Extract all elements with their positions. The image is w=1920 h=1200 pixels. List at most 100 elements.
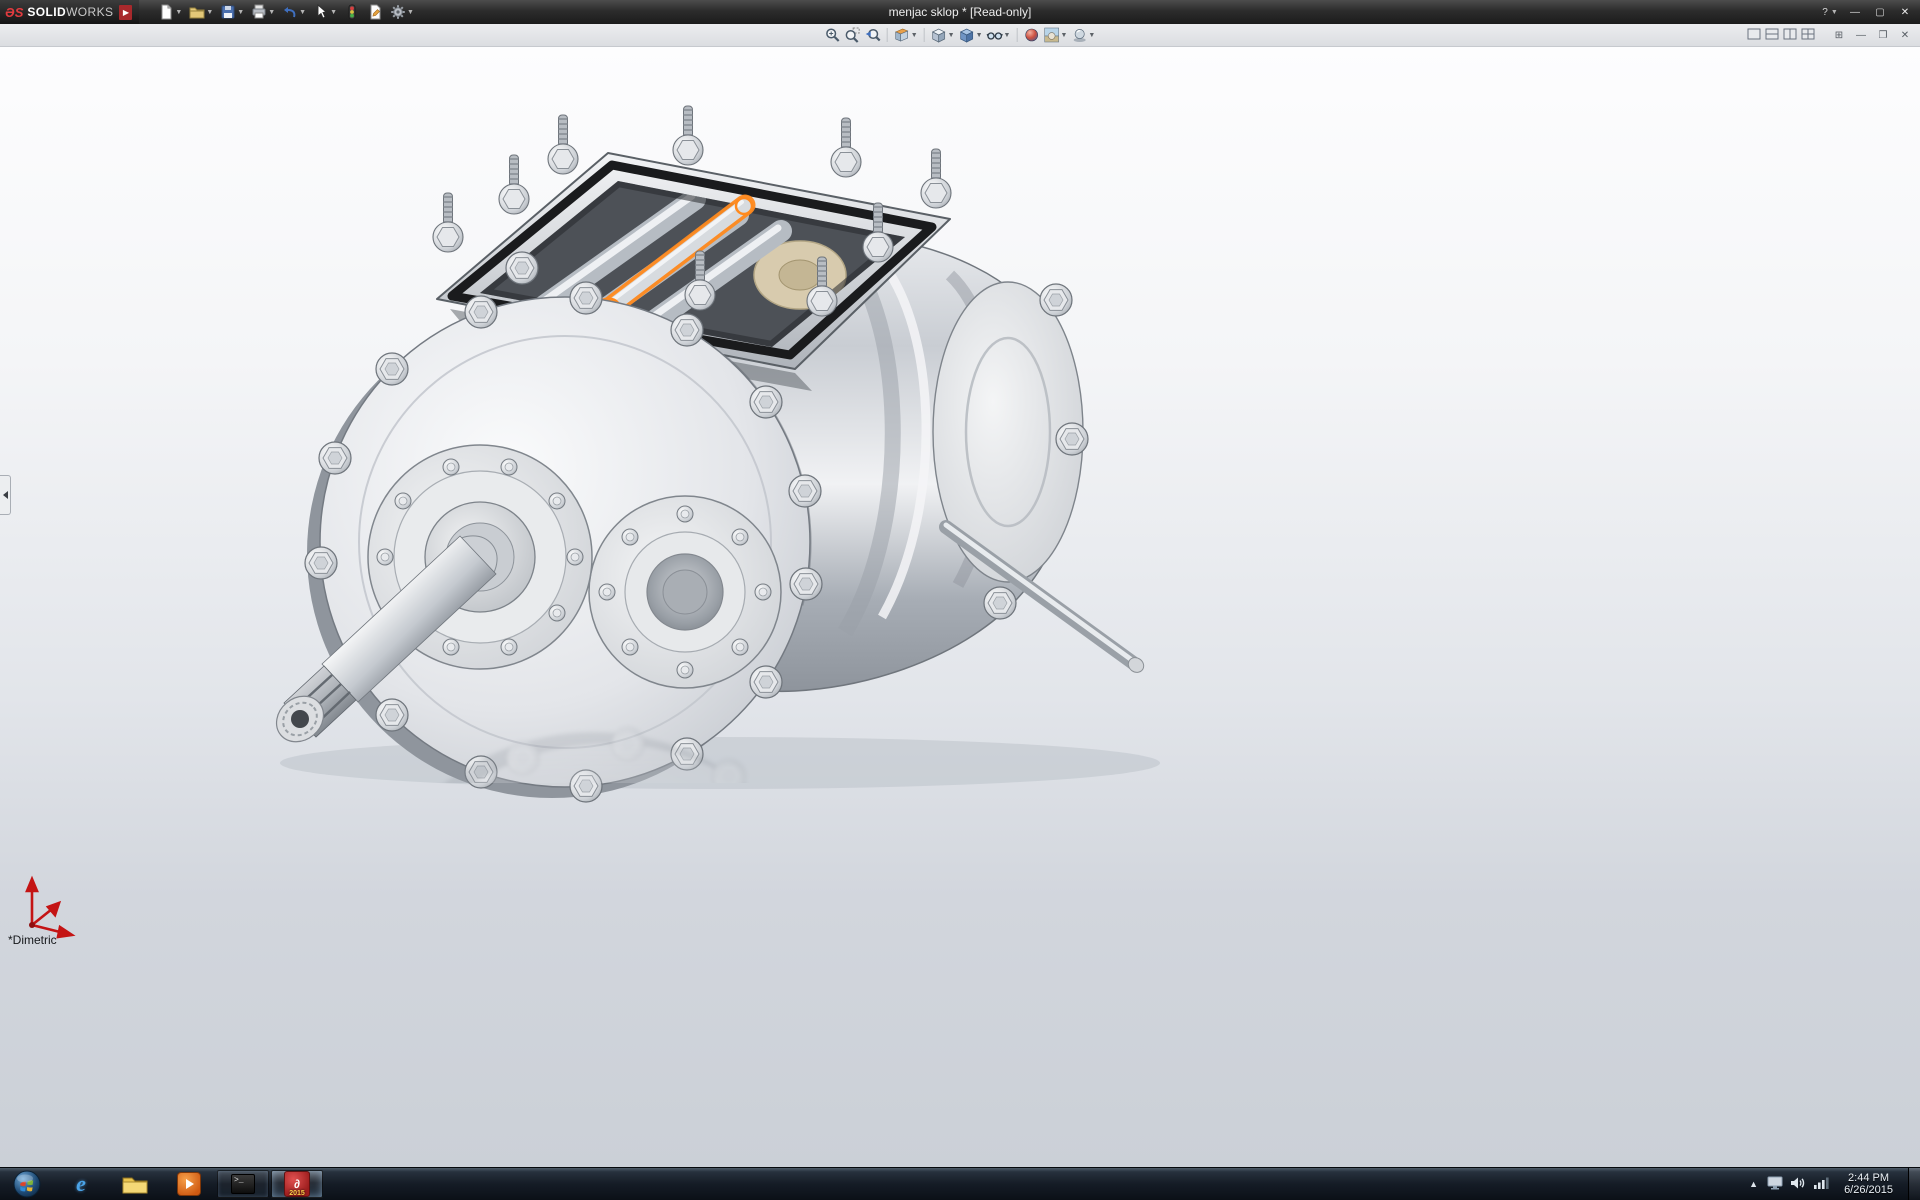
title-bar: ƏS SOLIDWORKS ▶ ▼ ▼ ▼ ▼ ▼	[0, 0, 1920, 24]
start-button[interactable]	[0, 1168, 54, 1200]
document-minimize-button[interactable]: —	[1851, 27, 1871, 43]
clock-date: 6/26/2015	[1844, 1184, 1893, 1196]
document-restore-button[interactable]: ❐	[1873, 27, 1893, 43]
solidworks-app-icon: ∂ 2015	[284, 1171, 310, 1197]
flange-bolt	[750, 666, 782, 698]
view-orientation-cube-icon	[931, 27, 947, 43]
view-settings-button[interactable]: ▼	[1070, 26, 1096, 44]
select-cursor-icon	[313, 4, 329, 20]
rebuild-traffic-light-icon	[344, 4, 360, 20]
cover-stud	[433, 193, 463, 252]
help-button[interactable]: ?▼	[1818, 3, 1842, 21]
document-close-button[interactable]: ✕	[1895, 27, 1915, 43]
help-icon: ?	[1822, 7, 1828, 18]
file-properties-icon	[367, 4, 383, 20]
options-button[interactable]: ▼	[387, 3, 417, 21]
view-orientation-button[interactable]: ▼	[930, 26, 956, 44]
internet-explorer-icon: e	[76, 1173, 86, 1195]
housing-bolt	[1040, 284, 1072, 316]
flange-bolt	[570, 282, 602, 314]
menu-flyout-arrow-icon[interactable]: ▶	[119, 5, 132, 20]
solidworks-swirl: ∂	[294, 1178, 300, 1190]
hidden-icons-button[interactable]: ▲	[1747, 1177, 1760, 1191]
volume-tray-icon[interactable]	[1790, 1176, 1806, 1193]
flange-bolt	[750, 386, 782, 418]
viewport-layout-controls	[1747, 28, 1815, 43]
viewport-layout-two-horizontal-button[interactable]	[1765, 28, 1779, 43]
dropdown-caret-icon: ▼	[206, 9, 213, 16]
dropdown-caret-icon: ▼	[911, 32, 918, 39]
toolbar-separator	[924, 28, 925, 42]
clock-time: 2:44 PM	[1844, 1172, 1893, 1184]
view-orientation-label: *Dimetric	[8, 933, 57, 947]
taskbar-command-prompt[interactable]: >_	[217, 1170, 269, 1198]
flange-bolt	[789, 475, 821, 507]
cover-bolt	[506, 252, 538, 284]
print-button[interactable]: ▼	[248, 3, 278, 21]
graphics-area[interactable]: *Dimetric	[0, 47, 1920, 1167]
model-canvas	[0, 47, 1920, 1167]
undo-button[interactable]: ▼	[279, 3, 309, 21]
single-view-icon	[1747, 28, 1761, 40]
hide-show-items-button[interactable]: ▼	[986, 26, 1012, 44]
apply-scene-icon	[1043, 27, 1059, 43]
close-button[interactable]: ✕	[1893, 3, 1917, 21]
taskbar-solidworks[interactable]: ∂ 2015	[271, 1170, 323, 1198]
maximize-button[interactable]: ▢	[1868, 3, 1892, 21]
flange-bolt	[671, 314, 703, 346]
zoom-to-area-button[interactable]	[844, 26, 862, 44]
new-document-button[interactable]: ▼	[155, 3, 185, 21]
toolbar-separator	[1016, 28, 1017, 42]
dropdown-caret-icon: ▼	[299, 9, 306, 16]
windows-orb-icon	[13, 1170, 41, 1198]
display-style-button[interactable]: ▼	[958, 26, 984, 44]
command-prompt-icon: >_	[231, 1174, 255, 1194]
show-desktop-button[interactable]	[1908, 1168, 1920, 1200]
viewport-layout-two-vertical-button[interactable]	[1783, 28, 1797, 43]
windows-taskbar: e >_ ∂ 2015 ▲	[0, 1167, 1920, 1200]
heads-up-view-toolbar: ▼ ▼ ▼ ▼ ▼	[824, 26, 1097, 44]
output-bearing-boss	[589, 496, 781, 688]
two-view-vertical-icon	[1783, 28, 1797, 40]
taskbar-clock[interactable]: 2:44 PM 6/26/2015	[1836, 1172, 1901, 1196]
window-controls: ?▼ — ▢ ✕	[1818, 3, 1920, 21]
two-view-horizontal-icon	[1765, 28, 1779, 40]
apply-scene-button[interactable]: ▼	[1042, 26, 1068, 44]
rebuild-button[interactable]	[341, 3, 363, 21]
taskbar-media-player[interactable]	[163, 1170, 215, 1198]
taskbar-internet-explorer[interactable]: e	[55, 1170, 107, 1198]
document-tile-button[interactable]: ⊞	[1829, 27, 1849, 43]
flange-bolt	[376, 353, 408, 385]
dropdown-caret-icon: ▼	[407, 9, 414, 16]
section-view-button[interactable]: ▼	[893, 26, 919, 44]
solidworks-logo[interactable]: ƏS SOLIDWORKS ▶	[0, 0, 139, 24]
toolbar-separator	[887, 28, 888, 42]
dropdown-caret-icon: ▼	[330, 9, 337, 16]
appearance-sphere-icon	[1023, 27, 1039, 43]
undo-icon	[282, 4, 298, 20]
taskbar-windows-explorer[interactable]	[109, 1170, 161, 1198]
previous-view-button[interactable]	[864, 26, 882, 44]
edit-appearance-button[interactable]	[1022, 26, 1040, 44]
dropdown-caret-icon: ▼	[948, 32, 955, 39]
viewport-layout-single-button[interactable]	[1747, 28, 1761, 43]
flange-bolt	[376, 699, 408, 731]
zoom-to-fit-button[interactable]	[824, 26, 842, 44]
save-button[interactable]: ▼	[217, 3, 247, 21]
network-tray-icon[interactable]	[1813, 1176, 1829, 1193]
model-reflection	[309, 728, 1188, 1167]
select-button[interactable]: ▼	[310, 3, 340, 21]
viewport-layout-four-button[interactable]	[1801, 28, 1815, 43]
gearbox-model[interactable]	[267, 106, 1146, 802]
eyeglasses-icon	[987, 27, 1003, 43]
featuremanager-collapsed-tab[interactable]	[0, 475, 11, 515]
previous-view-icon	[865, 27, 881, 43]
minimize-button[interactable]: —	[1843, 3, 1867, 21]
dropdown-caret-icon: ▼	[1088, 32, 1095, 39]
dropdown-caret-icon: ▼	[1831, 9, 1838, 16]
zoom-to-area-icon	[845, 27, 861, 43]
file-properties-button[interactable]	[364, 3, 386, 21]
cover-stud	[921, 149, 951, 208]
open-button[interactable]: ▼	[186, 3, 216, 21]
display-tray-icon[interactable]	[1767, 1176, 1783, 1193]
